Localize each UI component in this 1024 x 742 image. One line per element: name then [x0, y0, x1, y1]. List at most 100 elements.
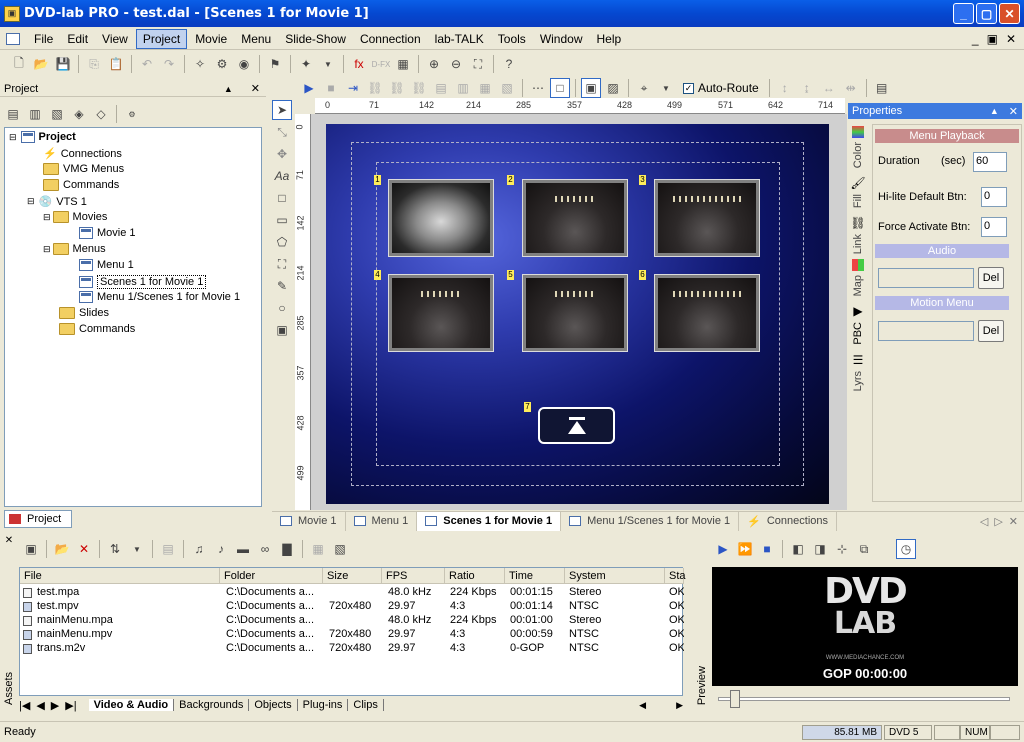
- tree-commands[interactable]: Commands: [43, 179, 119, 191]
- menu-movie[interactable]: Movie: [189, 30, 233, 48]
- demux-icon[interactable]: ∞: [255, 539, 275, 559]
- preview-screen[interactable]: DVD LAB WWW.MEDIACHANCE.COM GOP 00:00:00: [712, 567, 1018, 686]
- dropdown-icon[interactable]: ▼: [318, 54, 338, 74]
- dvd-type[interactable]: DVD 5: [884, 725, 932, 740]
- menu-help[interactable]: Help: [591, 30, 628, 48]
- tab-objects[interactable]: Objects: [249, 699, 298, 711]
- scene-button-3[interactable]: [654, 179, 760, 257]
- tab-link[interactable]: Link: [852, 234, 864, 254]
- tab-clips[interactable]: Clips: [348, 699, 384, 711]
- route-icon[interactable]: ⌖: [634, 78, 654, 98]
- tab-color[interactable]: Color: [852, 142, 864, 168]
- menu-view[interactable]: View: [96, 30, 134, 48]
- add-command-icon[interactable]: ◇: [91, 104, 111, 124]
- col-fps[interactable]: FPS: [382, 568, 445, 584]
- open-icon[interactable]: 📂: [31, 54, 51, 74]
- col-status[interactable]: Sta: [665, 568, 686, 584]
- tab-backgrounds[interactable]: Backgrounds: [174, 699, 250, 711]
- tab-plugins[interactable]: Plug-ins: [298, 699, 349, 711]
- tab-connections[interactable]: ⚡ Connections: [739, 511, 837, 531]
- tree-project[interactable]: ⊟ Project: [9, 131, 76, 143]
- tab-lyrs[interactable]: Lyrs: [852, 371, 864, 391]
- assets-view-icon[interactable]: ▣: [21, 539, 41, 559]
- move-icon[interactable]: ✥: [272, 144, 292, 164]
- col-ratio[interactable]: Ratio: [445, 568, 505, 584]
- tree-menu1[interactable]: Menu 1: [79, 259, 134, 271]
- zoom-in-icon[interactable]: ⊕: [424, 54, 444, 74]
- motion-del-button[interactable]: Del: [978, 320, 1004, 342]
- route-dropdown-icon[interactable]: ▼: [656, 78, 676, 98]
- next-icon[interactable]: ▶: [51, 699, 59, 712]
- project-tab[interactable]: Project: [4, 510, 72, 528]
- horz2-icon[interactable]: ⇹: [841, 78, 861, 98]
- transition-icon[interactable]: ▦: [393, 54, 413, 74]
- tree-menus[interactable]: ⊟ Menus: [43, 243, 106, 255]
- layers-icon[interactable]: ☰: [853, 353, 864, 367]
- crop-icon[interactable]: ⛶: [272, 254, 292, 274]
- save-icon[interactable]: 💾: [53, 54, 73, 74]
- add-slide-icon[interactable]: ▧: [47, 104, 67, 124]
- brush-icon[interactable]: ✎: [272, 276, 292, 296]
- assets-delete-icon[interactable]: ✕: [74, 539, 94, 559]
- tree-vts1[interactable]: ⊟ 💿 VTS 1: [27, 195, 87, 209]
- menu-edit[interactable]: Edit: [61, 30, 94, 48]
- first-icon[interactable]: |◀: [19, 699, 30, 712]
- burn-icon[interactable]: ◉: [234, 54, 254, 74]
- menu-menu[interactable]: Menu: [235, 30, 277, 48]
- tab-fill[interactable]: Fill: [852, 194, 864, 208]
- tree-vmg-menus[interactable]: VMG Menus: [43, 163, 124, 175]
- chart-icon[interactable]: ▇: [277, 539, 297, 559]
- panel-pin-icon[interactable]: ▲: [224, 84, 233, 94]
- align2-icon[interactable]: ▥: [453, 78, 473, 98]
- preview-play-icon[interactable]: ▶: [713, 539, 733, 559]
- document-icon[interactable]: [6, 32, 20, 45]
- ac3-icon[interactable]: ♪: [211, 539, 231, 559]
- assets-open-icon[interactable]: 📂: [52, 539, 72, 559]
- maximize-button[interactable]: ▢: [976, 3, 997, 24]
- col-folder[interactable]: Folder: [220, 568, 323, 584]
- link4-icon[interactable]: ⛓: [409, 78, 429, 98]
- mdi-minimize-icon[interactable]: _: [972, 32, 979, 46]
- align1-icon[interactable]: ▤: [431, 78, 451, 98]
- help-icon[interactable]: ?: [499, 54, 519, 74]
- col-size[interactable]: Size: [323, 568, 382, 584]
- align4-icon[interactable]: ▧: [497, 78, 517, 98]
- auto-icon[interactable]: ⚙: [122, 104, 142, 124]
- play-icon[interactable]: ▶: [299, 78, 319, 98]
- auto-route-checkbox[interactable]: ✓ Auto-Route: [683, 81, 759, 95]
- add-menu-icon[interactable]: ▤: [3, 104, 23, 124]
- assets-tool1-icon[interactable]: ▤: [158, 539, 178, 559]
- add-vts-icon[interactable]: ◈: [69, 104, 89, 124]
- tab-close-icon[interactable]: ✕: [1009, 515, 1018, 528]
- audio-tool-icon[interactable]: ♫: [189, 539, 209, 559]
- col-file[interactable]: File: [20, 568, 220, 584]
- safe-area-icon[interactable]: □: [550, 78, 570, 98]
- redo-icon[interactable]: ↷: [159, 54, 179, 74]
- preview-icon[interactable]: ▣: [581, 78, 601, 98]
- align3-icon[interactable]: ▦: [475, 78, 495, 98]
- col-time[interactable]: Time: [505, 568, 565, 584]
- link-icon[interactable]: ⇥: [343, 78, 363, 98]
- link3-icon[interactable]: ⛓: [387, 78, 407, 98]
- rect-icon[interactable]: □: [272, 188, 292, 208]
- undo-icon[interactable]: ↶: [137, 54, 157, 74]
- paste-icon[interactable]: 📋: [106, 54, 126, 74]
- tab-menu1-scenes[interactable]: Menu 1/Scenes 1 for Movie 1: [561, 511, 740, 531]
- vert-icon[interactable]: ↕: [775, 78, 795, 98]
- dfx-icon[interactable]: D-FX: [371, 54, 391, 74]
- grid-icon[interactable]: ⋯: [528, 78, 548, 98]
- menu-connection[interactable]: Connection: [354, 30, 427, 48]
- fill-icon[interactable]: 🖌: [850, 176, 865, 190]
- preview-slider-track[interactable]: [718, 697, 1010, 701]
- table-row[interactable]: trans.m2v C:\Documents a... 720x480 29.97 4:…: [20, 642, 684, 656]
- assets-close-icon[interactable]: ✕: [5, 535, 13, 546]
- col-system[interactable]: System: [565, 568, 665, 584]
- assets-tool3-icon[interactable]: ▧: [330, 539, 350, 559]
- clock-icon[interactable]: ◷: [896, 539, 916, 559]
- stop-icon[interactable]: ■: [321, 78, 341, 98]
- tree-scenes[interactable]: Scenes 1 for Movie 1: [79, 275, 207, 289]
- color-icon[interactable]: [852, 126, 864, 138]
- table-row[interactable]: mainMenu.mpv C:\Documents a... 720x480 29.9…: [20, 628, 684, 642]
- properties-pin-icon[interactable]: ▲: [990, 106, 999, 116]
- sort-dropdown-icon[interactable]: ▼: [127, 539, 147, 559]
